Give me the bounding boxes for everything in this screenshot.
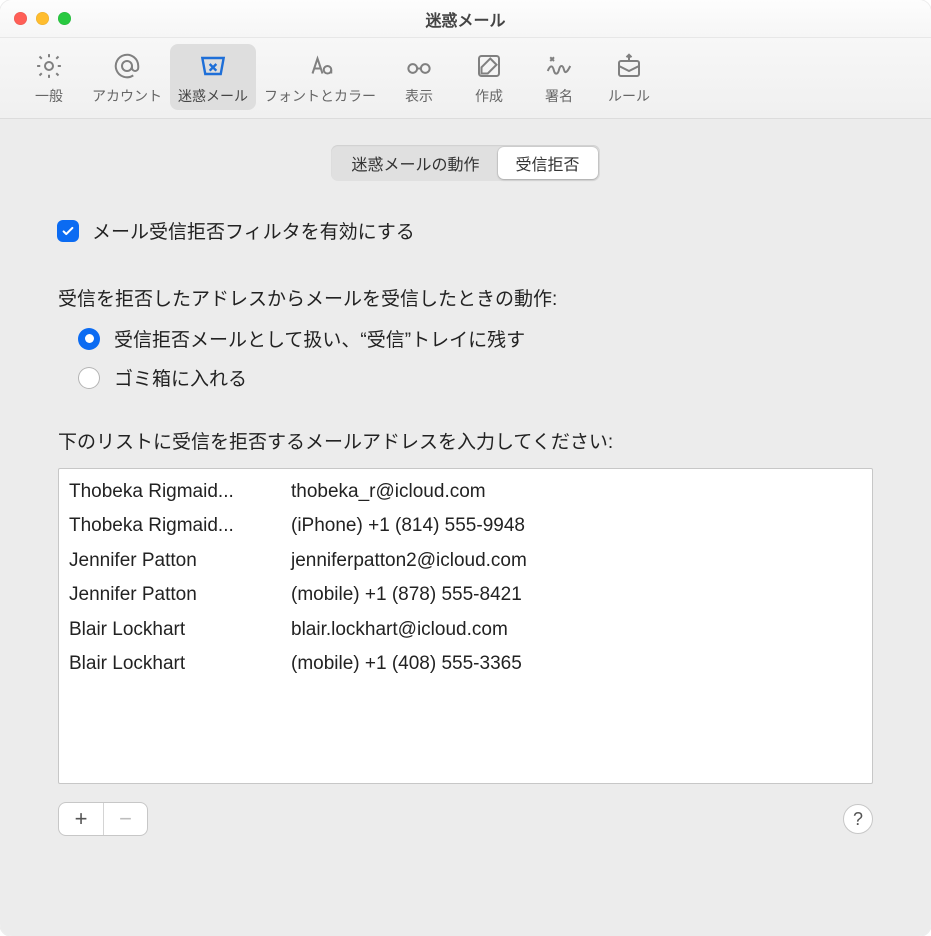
close-icon[interactable]	[14, 12, 27, 25]
rules-icon	[611, 50, 647, 82]
list-item-contact: blair.lockhart@icloud.com	[291, 615, 862, 645]
window-controls	[14, 12, 71, 25]
list-item-name: Thobeka Rigmaid...	[69, 511, 269, 541]
list-item[interactable]: Thobeka Rigmaid... thobeka_r@icloud.com	[69, 475, 862, 509]
signature-icon	[541, 50, 577, 82]
list-item-name: Thobeka Rigmaid...	[69, 477, 269, 507]
enable-blocked-filter-label: メール受信拒否フィルタを有効にする	[92, 217, 415, 244]
list-item[interactable]: Jennifer Patton jenniferpatton2@icloud.c…	[69, 544, 862, 578]
list-item-name: Blair Lockhart	[69, 649, 269, 679]
minimize-icon[interactable]	[36, 12, 49, 25]
tab-segment: 迷惑メールの動作 受信拒否	[331, 145, 599, 181]
list-item-contact: jenniferpatton2@icloud.com	[291, 546, 862, 576]
gear-icon	[31, 50, 67, 82]
list-item-contact: (mobile) +1 (878) 555-8421	[291, 580, 862, 610]
at-icon	[109, 50, 145, 82]
enable-blocked-filter-checkbox[interactable]	[58, 221, 78, 241]
compose-icon	[471, 50, 507, 82]
preferences-window: 迷惑メール 一般 アカウント 迷惑メール フォントとカラー	[0, 0, 931, 936]
toolbar-rules-label: ルール	[608, 86, 650, 106]
radio-move-to-trash-row: ゴミ箱に入れる	[78, 364, 873, 391]
toolbar-viewing[interactable]: 表示	[384, 44, 454, 110]
toolbar-rules[interactable]: ルール	[594, 44, 664, 110]
enable-blocked-filter-row: メール受信拒否フィルタを有効にする	[58, 217, 873, 244]
toolbar-accounts[interactable]: アカウント	[84, 44, 170, 110]
toolbar-fonts[interactable]: フォントとカラー	[256, 44, 384, 110]
help-button[interactable]: ?	[843, 804, 873, 834]
toolbar-signatures[interactable]: 署名	[524, 44, 594, 110]
junk-bin-icon	[195, 50, 231, 82]
toolbar-general-label: 一般	[35, 86, 63, 106]
list-item-name: Jennifer Patton	[69, 580, 269, 610]
tab-blocked[interactable]: 受信拒否	[498, 147, 598, 179]
list-item[interactable]: Thobeka Rigmaid... (iPhone) +1 (814) 555…	[69, 509, 862, 543]
radio-keep-in-inbox[interactable]	[78, 328, 100, 350]
toolbar-junk-label: 迷惑メール	[178, 86, 248, 106]
list-footer-controls: + − ?	[58, 802, 873, 836]
when-received-label: 受信を拒否したアドレスからメールを受信したときの動作:	[58, 284, 873, 311]
toolbar-signatures-label: 署名	[545, 86, 573, 106]
content-area: 迷惑メールの動作 受信拒否 メール受信拒否フィルタを有効にする 受信を拒否したア…	[0, 119, 931, 936]
toolbar-viewing-label: 表示	[405, 86, 433, 106]
radio-move-to-trash[interactable]	[78, 367, 100, 389]
window-title: 迷惑メール	[14, 7, 917, 31]
toolbar-compose[interactable]: 作成	[454, 44, 524, 110]
radio-move-to-trash-label: ゴミ箱に入れる	[114, 364, 247, 391]
blocked-addresses-list[interactable]: Thobeka Rigmaid... thobeka_r@icloud.com …	[58, 468, 873, 784]
list-item[interactable]: Jennifer Patton (mobile) +1 (878) 555-84…	[69, 578, 862, 612]
glasses-icon	[401, 50, 437, 82]
blocked-action-radiogroup: 受信拒否メールとして扱い、“受信”トレイに残す ゴミ箱に入れる	[58, 325, 873, 391]
list-item-name: Blair Lockhart	[69, 615, 269, 645]
list-item-name: Jennifer Patton	[69, 546, 269, 576]
toolbar-fonts-label: フォントとカラー	[264, 86, 376, 106]
toolbar-compose-label: 作成	[475, 86, 503, 106]
add-button[interactable]: +	[59, 803, 103, 835]
radio-keep-in-inbox-label: 受信拒否メールとして扱い、“受信”トレイに残す	[114, 325, 525, 352]
tab-junk-behavior[interactable]: 迷惑メールの動作	[333, 147, 497, 179]
toolbar-junk[interactable]: 迷惑メール	[170, 44, 256, 110]
preferences-toolbar: 一般 アカウント 迷惑メール フォントとカラー 表示	[0, 38, 931, 119]
titlebar: 迷惑メール	[0, 0, 931, 38]
list-item[interactable]: Blair Lockhart blair.lockhart@icloud.com	[69, 613, 862, 647]
add-remove-control: + −	[58, 802, 148, 836]
blocked-list-label: 下のリストに受信を拒否するメールアドレスを入力してください:	[58, 427, 873, 454]
list-item-contact: (iPhone) +1 (814) 555-9948	[291, 511, 862, 541]
fonts-icon	[302, 50, 338, 82]
zoom-icon[interactable]	[58, 12, 71, 25]
list-item-contact: thobeka_r@icloud.com	[291, 477, 862, 507]
toolbar-general[interactable]: 一般	[14, 44, 84, 110]
toolbar-accounts-label: アカウント	[92, 86, 162, 106]
list-item-contact: (mobile) +1 (408) 555-3365	[291, 649, 862, 679]
remove-button[interactable]: −	[103, 803, 147, 835]
radio-keep-in-inbox-row: 受信拒否メールとして扱い、“受信”トレイに残す	[78, 325, 873, 352]
list-item[interactable]: Blair Lockhart (mobile) +1 (408) 555-336…	[69, 647, 862, 681]
